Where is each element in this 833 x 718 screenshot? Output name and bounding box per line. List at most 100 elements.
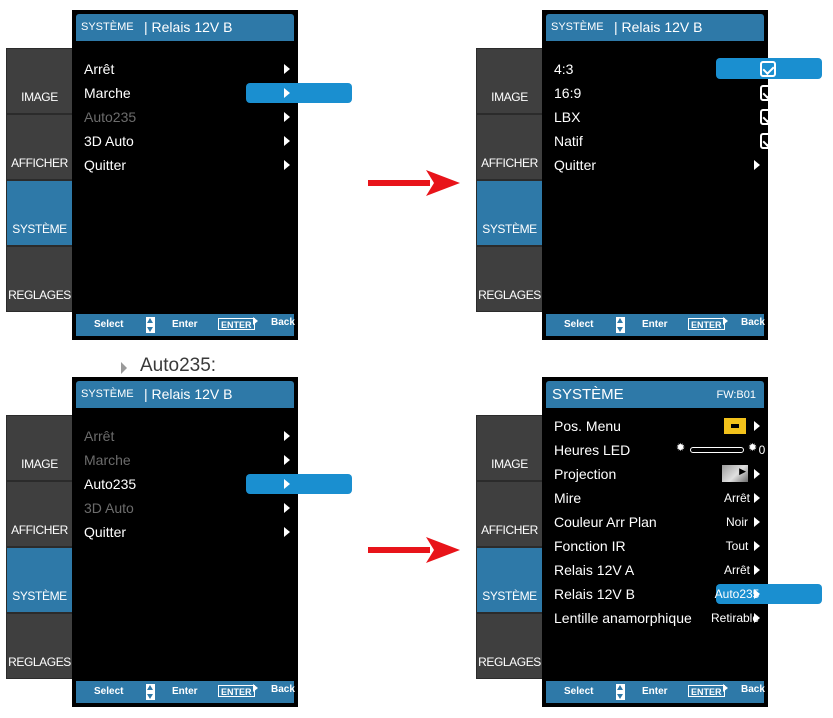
osd-panel-relay-menu-auto235: IMAGE AFFICHER SYSTÈME REGLAGES SYSTÈME … (6, 377, 352, 707)
page-title: SYSTÈME (552, 386, 624, 403)
tab-label: IMAGE (491, 457, 528, 471)
tab-image[interactable]: IMAGE (6, 415, 73, 481)
back-icon (786, 686, 791, 694)
setting-couleur-arr-plan[interactable]: Couleur Arr Plan Noir (542, 510, 768, 534)
menu-key: MENU (314, 683, 354, 697)
option-natif[interactable]: Natif (542, 129, 776, 153)
menu-item-3d-auto[interactable]: 3D Auto (72, 129, 298, 153)
bullet-triangle-icon (121, 362, 127, 374)
option-16-9[interactable]: 16:9 (542, 81, 776, 105)
back-icon (316, 686, 321, 694)
menu-item-arret[interactable]: Arrêt (72, 424, 298, 448)
help-back: Back (271, 317, 295, 328)
side-tabs: IMAGE AFFICHER SYSTÈME REGLAGES (476, 48, 543, 340)
back-icon (786, 319, 791, 327)
tab-label: IMAGE (21, 457, 58, 471)
chevron-right-icon (284, 136, 290, 146)
side-tabs: IMAGE AFFICHER SYSTÈME REGLAGES (476, 415, 543, 707)
checkbox-checked-icon[interactable] (760, 85, 776, 101)
projection-icon: ▶ (722, 465, 748, 482)
chevron-right-icon (284, 527, 290, 537)
menu-item-quitter[interactable]: Quitter (72, 520, 298, 544)
menu-item-quitter[interactable]: Quitter (542, 153, 768, 177)
play-icon (723, 684, 728, 692)
setting-relais-12v-b[interactable]: Relais 12V B Auto235 (542, 582, 822, 606)
menu-item-auto235[interactable]: Auto235 (72, 472, 352, 496)
tab-afficher[interactable]: AFFICHER (6, 481, 73, 547)
setting-lentille-anamorphique[interactable]: Lentille anamorphique Retirable (542, 606, 768, 630)
tab-image[interactable]: IMAGE (6, 48, 73, 114)
tab-reglages[interactable]: REGLAGES (476, 613, 543, 679)
option-4-3[interactable]: 4:3 (542, 57, 822, 81)
led-hours-value: 0 (758, 443, 766, 457)
help-back: Back (741, 684, 765, 695)
menu-item-marche[interactable]: Marche (72, 81, 352, 105)
chevron-right-icon (754, 565, 760, 575)
help-back: Back (741, 317, 765, 328)
tab-systeme[interactable]: SYSTÈME (476, 180, 543, 246)
osd-screen: SYSTÈME | Relais 12V B Arrêt Marche Auto… (72, 10, 352, 340)
option-lbx[interactable]: LBX (542, 105, 776, 129)
firmware-version: FW:B01 (716, 389, 756, 401)
up-down-icon (616, 317, 625, 333)
menu-category: SYSTÈME (81, 21, 134, 33)
up-down-icon (616, 684, 625, 700)
title-text: | Relais 12V B (144, 19, 233, 35)
chevron-right-icon (754, 160, 760, 170)
tab-reglages[interactable]: REGLAGES (476, 246, 543, 312)
setting-projection[interactable]: Projection ▶ (542, 462, 768, 486)
help-enter: Enter (642, 686, 668, 697)
setting-heures-led[interactable]: Heures LED ✹ ✹ 0 (542, 438, 768, 462)
play-icon (253, 317, 258, 325)
selection-highlight (246, 83, 352, 103)
title-bar: SYSTÈME | Relais 12V B (76, 381, 294, 408)
chevron-right-icon (284, 455, 290, 465)
setting-relais-12v-a[interactable]: Relais 12V A Arrêt (542, 558, 768, 582)
enter-key: ENTER (218, 318, 255, 330)
checkbox-checked-icon[interactable] (760, 61, 776, 77)
osd-screen: SYSTÈME | Relais 12V B Arrêt Marche Auto… (72, 377, 352, 707)
enter-key: ENTER (688, 685, 725, 697)
menu-category: SYSTÈME (551, 21, 604, 33)
tab-reglages[interactable]: REGLAGES (6, 613, 73, 679)
title-bar: SYSTÈME | Relais 12V B (546, 14, 764, 41)
help-select: Select (94, 319, 124, 330)
chevron-right-icon (284, 479, 290, 489)
red-arrow-icon (368, 170, 460, 196)
tab-systeme[interactable]: SYSTÈME (6, 547, 73, 613)
help-enter: Enter (642, 319, 668, 330)
setting-fonction-ir[interactable]: Fonction IR Tout (542, 534, 768, 558)
menu-item-marche[interactable]: Marche (72, 448, 298, 472)
selection-highlight (246, 474, 352, 494)
help-select: Select (94, 686, 124, 697)
tab-afficher[interactable]: AFFICHER (6, 114, 73, 180)
menu-category: SYSTÈME (81, 388, 134, 400)
red-arrow-icon (368, 537, 460, 563)
tab-label: REGLAGES (8, 288, 71, 302)
menu-item-auto235[interactable]: Auto235 (72, 105, 298, 129)
tab-image[interactable]: IMAGE (476, 415, 543, 481)
tab-systeme[interactable]: SYSTÈME (476, 547, 543, 613)
menu-item-arret[interactable]: Arrêt (72, 57, 298, 81)
enter-key: ENTER (218, 685, 255, 697)
help-bar: Select Enter ENTER (546, 314, 764, 336)
tab-label: SYSTÈME (482, 589, 537, 603)
section-label: Auto235: (140, 355, 217, 376)
menu-item-quitter[interactable]: Quitter (72, 153, 298, 177)
led-dim-icon: ✹ (676, 442, 686, 454)
play-icon (253, 684, 258, 692)
osd-panel-aspect-options: IMAGE AFFICHER SYSTÈME REGLAGES SYSTÈME … (476, 10, 822, 340)
side-tabs: IMAGE AFFICHER SYSTÈME REGLAGES (6, 48, 73, 340)
tab-label: REGLAGES (8, 655, 71, 669)
setting-pos-menu[interactable]: Pos. Menu (542, 414, 768, 438)
tab-systeme[interactable]: SYSTÈME (6, 180, 73, 246)
setting-mire[interactable]: Mire Arrêt (542, 486, 768, 510)
tab-image[interactable]: IMAGE (476, 48, 543, 114)
checkbox-checked-icon[interactable] (760, 133, 776, 149)
tab-afficher[interactable]: AFFICHER (476, 481, 543, 547)
tab-afficher[interactable]: AFFICHER (476, 114, 543, 180)
tab-reglages[interactable]: REGLAGES (6, 246, 73, 312)
checkbox-checked-icon[interactable] (760, 109, 776, 125)
menu-item-3d-auto[interactable]: 3D Auto (72, 496, 298, 520)
help-select: Select (564, 319, 594, 330)
